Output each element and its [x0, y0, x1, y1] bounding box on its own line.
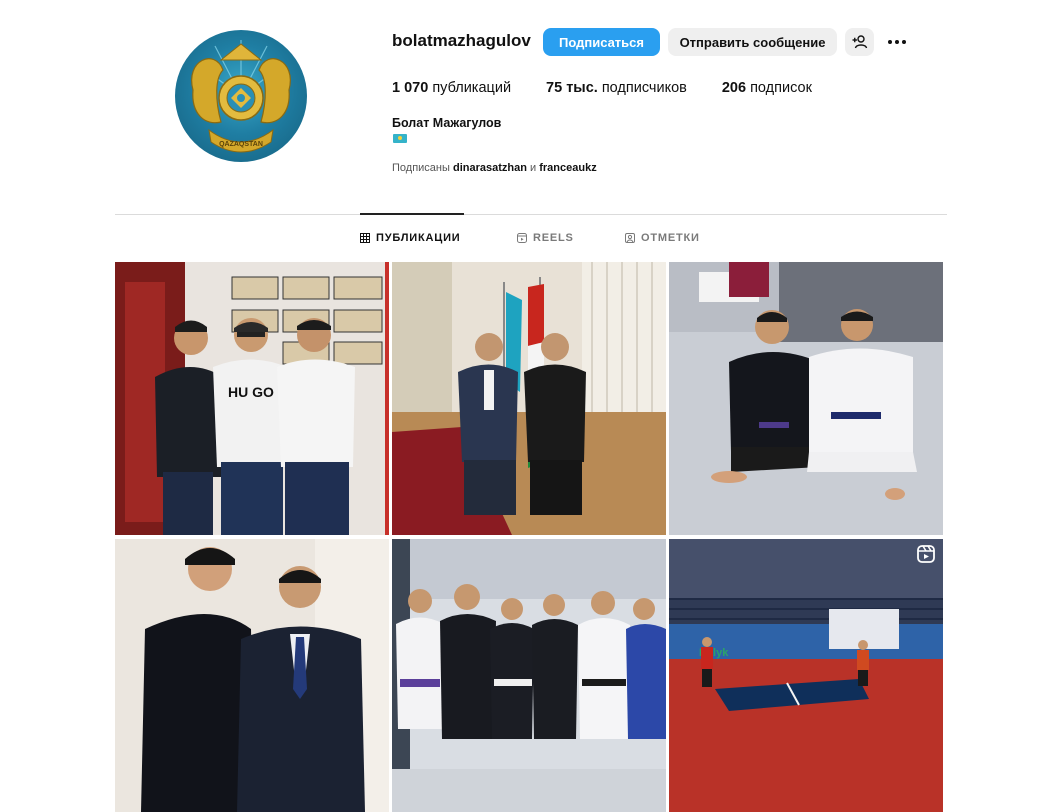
post-tile[interactable]: HU GO [115, 262, 389, 535]
followed-by-user-1[interactable]: dinarasatzhan [453, 162, 527, 174]
followed-by-prefix: Подписаны [392, 162, 450, 174]
post-image: Halyk [669, 539, 943, 812]
reels-icon [517, 233, 527, 243]
profile-avatar[interactable]: QAZAQSTAN [175, 30, 307, 162]
posts-count: 1 070 [392, 80, 429, 96]
tab-posts-label: ПУБЛИКАЦИИ [376, 232, 461, 244]
send-message-button[interactable]: Отправить сообщение [668, 28, 837, 56]
posts-stat[interactable]: 1 070 публикаций [392, 80, 511, 96]
post-tile[interactable] [392, 539, 666, 812]
profile-full-name: Болат Мажагулов [392, 116, 502, 130]
following-stat[interactable]: 206 подписок [722, 80, 812, 96]
followed-by-sep: и [530, 162, 537, 174]
post-tile[interactable] [115, 539, 389, 812]
reel-indicator-icon [917, 545, 935, 563]
posts-label: публикаций [432, 80, 512, 96]
post-tile[interactable] [669, 262, 943, 535]
post-tile-reel[interactable]: Halyk [669, 539, 943, 812]
more-options-icon [887, 40, 908, 44]
tab-reels-label: REELS [533, 232, 574, 244]
kazakhstan-emblem-icon: QAZAQSTAN [191, 40, 291, 153]
tabs-divider [115, 214, 947, 215]
tab-reels[interactable]: REELS [517, 232, 574, 244]
followers-count: 75 тыс. [546, 80, 598, 96]
tab-tagged[interactable]: ОТМЕТКИ [625, 232, 700, 244]
add-user-button[interactable] [845, 28, 874, 56]
kazakhstan-flag-icon [393, 134, 407, 143]
followers-stat[interactable]: 75 тыс. подписчиков [546, 80, 687, 96]
profile-stats: 1 070 публикаций 75 тыс. подписчиков 206… [392, 80, 847, 96]
followed-by-text: Подписаны dinarasatzhan и franceaukz [392, 162, 597, 174]
emblem-text: QAZAQSTAN [219, 141, 263, 148]
tab-posts[interactable]: ПУБЛИКАЦИИ [360, 232, 461, 244]
post-image [115, 539, 389, 812]
add-user-icon [852, 35, 867, 49]
tab-tagged-label: ОТМЕТКИ [641, 232, 700, 244]
post-image: HU GO [115, 262, 389, 535]
follow-button[interactable]: Подписаться [543, 28, 660, 56]
grid-icon [360, 233, 370, 243]
post-image [392, 539, 666, 812]
following-label: подписок [750, 80, 812, 96]
shirt-print: HU GO [228, 384, 274, 400]
post-image [669, 262, 943, 535]
post-tile[interactable] [392, 262, 666, 535]
post-image [392, 262, 666, 535]
more-options-button[interactable] [884, 28, 910, 56]
active-tab-indicator [360, 213, 464, 215]
tagged-icon [625, 233, 635, 243]
followed-by-user-2[interactable]: franceaukz [539, 162, 596, 174]
followers-label: подписчиков [601, 80, 687, 96]
profile-username: bolatmazhagulov [392, 31, 531, 50]
following-count: 206 [721, 80, 747, 96]
